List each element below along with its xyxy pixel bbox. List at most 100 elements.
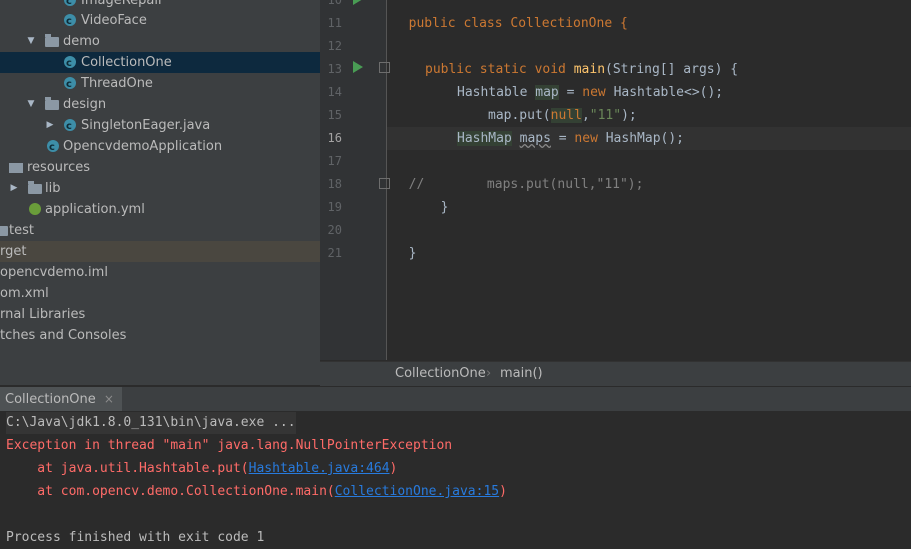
tree-item-lib[interactable]: ▶ lib [0, 178, 320, 199]
code-text: = [550, 131, 575, 146]
console-trace-line: at com.opencv.demo.CollectionOne.main(Co… [6, 481, 507, 503]
tree-item-target[interactable]: rget [0, 241, 320, 262]
tree-item-singletoneager[interactable]: ▶ SingletonEager.java [0, 115, 320, 137]
close-icon[interactable]: × [104, 392, 114, 406]
code-text: public class CollectionOne { [408, 16, 628, 31]
code-line-18: } [387, 173, 911, 215]
code-method: main [573, 62, 606, 77]
chevron-down-icon[interactable]: ▼ [26, 94, 36, 115]
code-line-15: map.put(null,"11"); [387, 104, 911, 127]
breadcrumb: CollectionOne › main() [320, 361, 911, 386]
tree-item-opencvdemoapplication[interactable]: OpencvdemoApplication [0, 136, 320, 158]
console-command-line: C:\Java\jdk1.8.0_131\bin\java.exe ... [6, 412, 296, 434]
tree-item-label: VideoFace [81, 13, 147, 28]
tree-item-opencvdemo-iml[interactable]: opencvdemo.iml [0, 262, 320, 283]
code-text: } [408, 246, 417, 261]
code-text: (String[] args) { [605, 62, 739, 77]
tree-item-label: om.xml [0, 286, 49, 301]
line-number: 13 [327, 62, 342, 76]
trace-link-collectionone[interactable]: CollectionOne.java:15 [335, 484, 499, 499]
line-number: 10 [327, 0, 342, 7]
line-number: 15 [327, 108, 342, 122]
trace-text: at java.util.Hashtable.put( [6, 461, 249, 476]
tree-item-collectionone[interactable]: CollectionOne [0, 52, 320, 74]
tree-item-threadone[interactable]: ThreadOne [0, 73, 320, 95]
resources-folder-icon [9, 163, 23, 173]
console-exception: Exception in thread "main" java.lang.Nul… [6, 438, 453, 453]
code-line-10: public class CollectionOne { [387, 0, 911, 31]
code-text: Hashtable [457, 85, 536, 100]
trace-link-hashtable[interactable]: Hashtable.java:464 [249, 461, 390, 476]
run-class-icon[interactable] [353, 0, 363, 5]
tree-item-test[interactable]: test [0, 220, 320, 241]
class-icon [64, 53, 76, 74]
code-line-20: } [387, 219, 911, 261]
tree-item-label: OpencvdemoApplication [63, 139, 223, 154]
code-line-14: Hashtable map = new Hashtable<>(); [387, 81, 911, 104]
class-icon [47, 137, 59, 158]
tree-item-label: CollectionOne [81, 55, 172, 70]
run-tab-collectionone[interactable]: CollectionOne × [0, 387, 122, 412]
run-tab-bar: CollectionOne × [0, 386, 911, 412]
tree-item-external-libraries[interactable]: rnal Libraries [0, 304, 320, 325]
tree-item-scratches-consoles[interactable]: tches and Consoles [0, 325, 320, 346]
code-text: = [558, 85, 583, 100]
tree-item-resources[interactable]: resources [0, 157, 320, 178]
tree-item-pom-xml[interactable]: om.xml [0, 283, 320, 304]
chevron-down-icon[interactable]: ▼ [26, 31, 36, 52]
tree-item-label: application.yml [45, 202, 145, 217]
tree-item-label: SingletonEager.java [81, 118, 211, 133]
line-number: 12 [327, 39, 342, 53]
code-text: map.put( [488, 108, 551, 123]
folder-icon [28, 181, 42, 194]
code-text: Hashtable<>(); [613, 85, 724, 100]
line-number: 19 [327, 200, 342, 214]
chevron-right-icon[interactable]: ▶ [9, 178, 19, 199]
code-keyword: new [582, 85, 614, 100]
package-folder-icon [45, 34, 59, 47]
breadcrumb-file[interactable]: CollectionOne [395, 362, 486, 386]
code-type: HashMap [457, 131, 512, 146]
tree-item-label: tches and Consoles [0, 328, 127, 343]
tree-item-label: test [9, 223, 34, 238]
code-variable: map [535, 85, 559, 100]
package-folder-icon [45, 97, 59, 110]
class-icon [64, 74, 76, 95]
breadcrumb-method[interactable]: main() [500, 362, 543, 386]
chevron-right-icon[interactable]: ▶ [45, 115, 55, 136]
tree-item-label: lib [45, 181, 61, 196]
line-number: 21 [327, 246, 342, 260]
trace-text: ) [389, 461, 398, 476]
tree-item-application-yml[interactable]: application.yml [0, 199, 320, 220]
class-icon [64, 0, 76, 12]
tree-item-label: demo [63, 34, 100, 49]
code-text: ); [621, 108, 637, 123]
run-console[interactable]: C:\Java\jdk1.8.0_131\bin\java.exe ... Ex… [0, 411, 911, 548]
tree-item-label: ThreadOne [81, 76, 153, 91]
line-number: 20 [327, 223, 342, 237]
tree-item-videoface[interactable]: VideoFace [0, 10, 320, 32]
folder-icon [0, 226, 8, 236]
class-icon [64, 11, 76, 32]
class-icon [64, 116, 76, 137]
line-number: 16 [327, 131, 342, 145]
code-keyword: new [574, 131, 606, 146]
code-text: } [440, 200, 449, 215]
console-exit-line: Process finished with exit code 1 [6, 530, 265, 545]
breadcrumb-separator: › [486, 366, 492, 381]
line-number: 17 [327, 154, 342, 168]
project-tree: ImageRepair VideoFace ▼ demo CollectionO… [0, 0, 320, 385]
run-main-icon[interactable] [353, 61, 363, 73]
line-number: 18 [327, 177, 342, 191]
trace-text: ) [499, 484, 507, 499]
code-line-17: // maps.put(null,"11"); [387, 150, 911, 192]
code-variable: maps [519, 131, 551, 146]
code-keyword: null [550, 108, 582, 123]
tree-item-design[interactable]: ▼ design [0, 94, 320, 115]
code-line-13: public static void main(String[] args) { [387, 58, 911, 81]
line-number: 11 [327, 16, 342, 30]
tree-item-demo[interactable]: ▼ demo [0, 31, 320, 52]
code-keyword: public static void [425, 62, 574, 77]
trace-text: at com.opencv.demo.CollectionOne.main( [6, 484, 335, 499]
tree-item-label: rnal Libraries [0, 307, 86, 322]
